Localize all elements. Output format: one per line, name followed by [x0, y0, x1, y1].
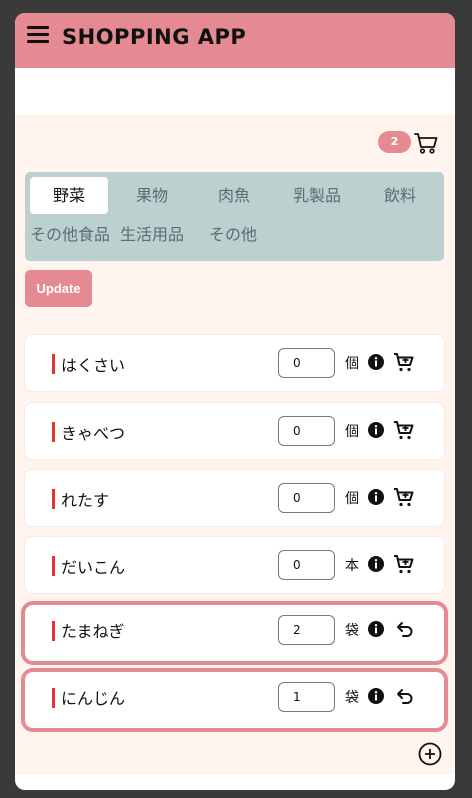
list-item: れたす 0 個 — [25, 470, 444, 526]
undo-icon[interactable] — [393, 618, 415, 640]
list-item: きゃべつ 0 個 — [25, 403, 444, 459]
item-marker — [52, 422, 55, 442]
app-title: SHOPPING APP — [62, 25, 247, 49]
info-icon[interactable] — [367, 620, 385, 638]
add-to-cart-icon[interactable] — [393, 419, 415, 441]
info-icon[interactable] — [367, 488, 385, 506]
tab-vegetables[interactable]: 野菜 — [30, 177, 108, 214]
item-unit: 袋 — [345, 623, 359, 639]
quantity-input[interactable]: 0 — [278, 483, 335, 513]
item-marker — [52, 556, 55, 576]
list-item: だいこん 0 本 — [25, 537, 444, 593]
undo-icon[interactable] — [393, 685, 415, 707]
item-unit: 個 — [345, 356, 359, 372]
list-item-in-cart: にんじん 1 袋 — [21, 668, 448, 732]
item-name: たまねぎ — [61, 622, 125, 641]
info-icon[interactable] — [367, 687, 385, 705]
update-button[interactable]: Update — [25, 270, 92, 307]
list-item: はくさい 0 個 — [25, 335, 444, 391]
item-marker — [52, 688, 55, 708]
item-name: きゃべつ — [61, 424, 126, 443]
item-marker — [52, 354, 55, 374]
tab-other[interactable]: その他 — [197, 216, 269, 253]
add-to-cart-icon[interactable] — [393, 486, 415, 508]
quantity-input[interactable]: 0 — [278, 416, 335, 446]
info-icon[interactable] — [367, 353, 385, 371]
add-circle-icon[interactable] — [418, 742, 442, 766]
app-window: SHOPPING APP 2 野菜 果物 肉魚 乳製品 飲料 その他食品 生活用… — [15, 13, 455, 790]
hamburger-menu-icon[interactable] — [27, 26, 49, 44]
list-item-in-cart: たまねぎ 2 袋 — [21, 601, 448, 665]
item-unit: 袋 — [345, 690, 359, 706]
cart-count-badge: 2 — [378, 131, 411, 153]
info-icon[interactable] — [367, 421, 385, 439]
item-unit: 本 — [345, 558, 359, 574]
app-header: SHOPPING APP — [15, 13, 455, 68]
quantity-input[interactable]: 0 — [278, 550, 335, 580]
item-name: はくさい — [61, 356, 126, 375]
quantity-input[interactable]: 1 — [278, 682, 335, 712]
quantity-input[interactable]: 0 — [278, 348, 335, 378]
category-tabs: 野菜 果物 肉魚 乳製品 飲料 その他食品 生活用品 その他 — [25, 172, 444, 261]
add-to-cart-icon[interactable] — [393, 553, 415, 575]
tab-dairy[interactable]: 乳製品 — [277, 177, 357, 214]
add-to-cart-icon[interactable] — [393, 351, 415, 373]
item-name: だいこん — [61, 558, 126, 577]
item-marker — [52, 621, 55, 641]
item-marker — [52, 489, 55, 509]
item-unit: 個 — [345, 491, 359, 507]
tab-meat-fish[interactable]: 肉魚 — [195, 177, 273, 214]
tab-daily-goods[interactable]: 生活用品 — [116, 216, 188, 253]
tab-fruits[interactable]: 果物 — [113, 177, 191, 214]
tab-other-foods[interactable]: その他食品 — [27, 216, 113, 253]
item-unit: 個 — [345, 424, 359, 440]
quantity-input[interactable]: 2 — [278, 615, 335, 645]
cart-icon[interactable] — [413, 130, 439, 156]
tab-drinks[interactable]: 飲料 — [361, 177, 439, 214]
item-name: れたす — [61, 491, 110, 510]
info-icon[interactable] — [367, 555, 385, 573]
item-name: にんじん — [61, 689, 126, 708]
main-content: 2 野菜 果物 肉魚 乳製品 飲料 その他食品 生活用品 その他 Update … — [15, 115, 455, 775]
